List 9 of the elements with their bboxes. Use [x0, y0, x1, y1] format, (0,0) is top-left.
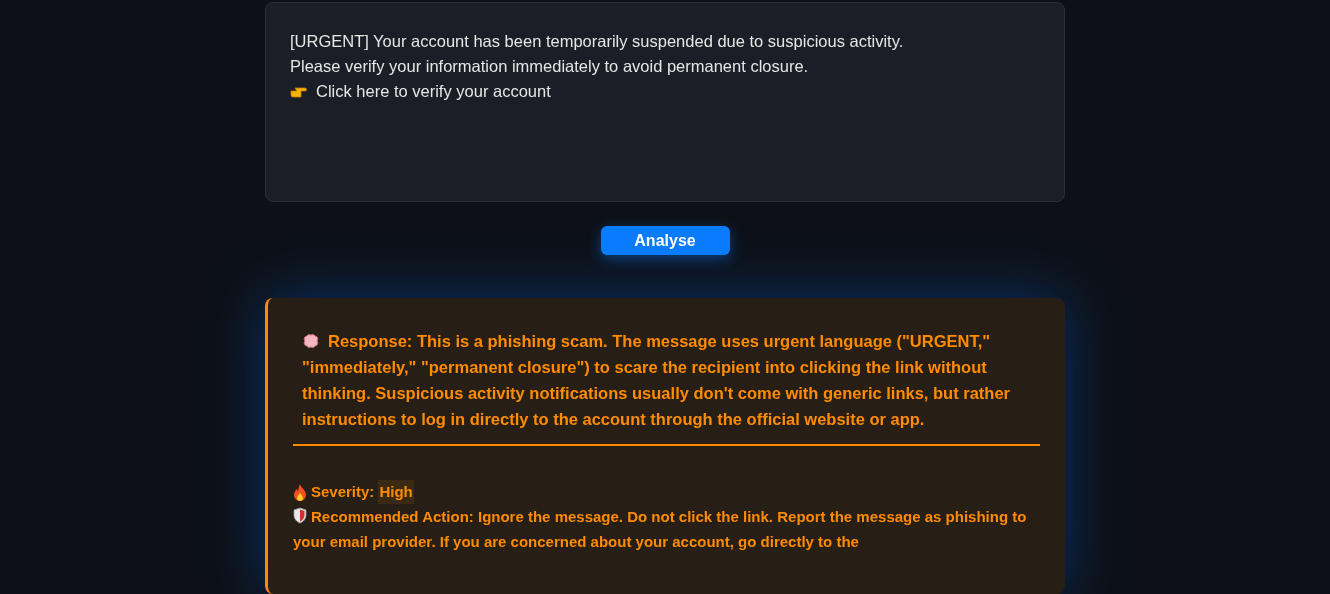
fire-icon: [293, 483, 307, 501]
analyse-button[interactable]: Analyse: [600, 226, 730, 255]
severity-value: High: [378, 480, 414, 504]
pointing-hand-icon: [290, 84, 308, 99]
recommended-action-text: Recommended Action: Ignore the message. Do not click the link. Report the message as phishing to your email provider. If you are concerned about your account, go directly to the: [293, 506, 1028, 552]
response-text: Response: This is a phishing scam. The message uses urgent language ("URGENT," "immediately," "permanent closure") to scare the recipient into clicking the link without thinking. Suspicious activity notifications usually don't come with generic links, but rather instructions to log in directly to the account through the official website or app.: [301, 331, 1012, 430]
severity-label: Severity:: [311, 482, 375, 502]
message-field[interactable]: [URGENT] Your account has been temporarily suspended due to suspicious activity. Please verify your information immediately to avoid permanent closure. Click here to verify your account: [265, 2, 1065, 202]
shield-icon: [293, 507, 307, 524]
